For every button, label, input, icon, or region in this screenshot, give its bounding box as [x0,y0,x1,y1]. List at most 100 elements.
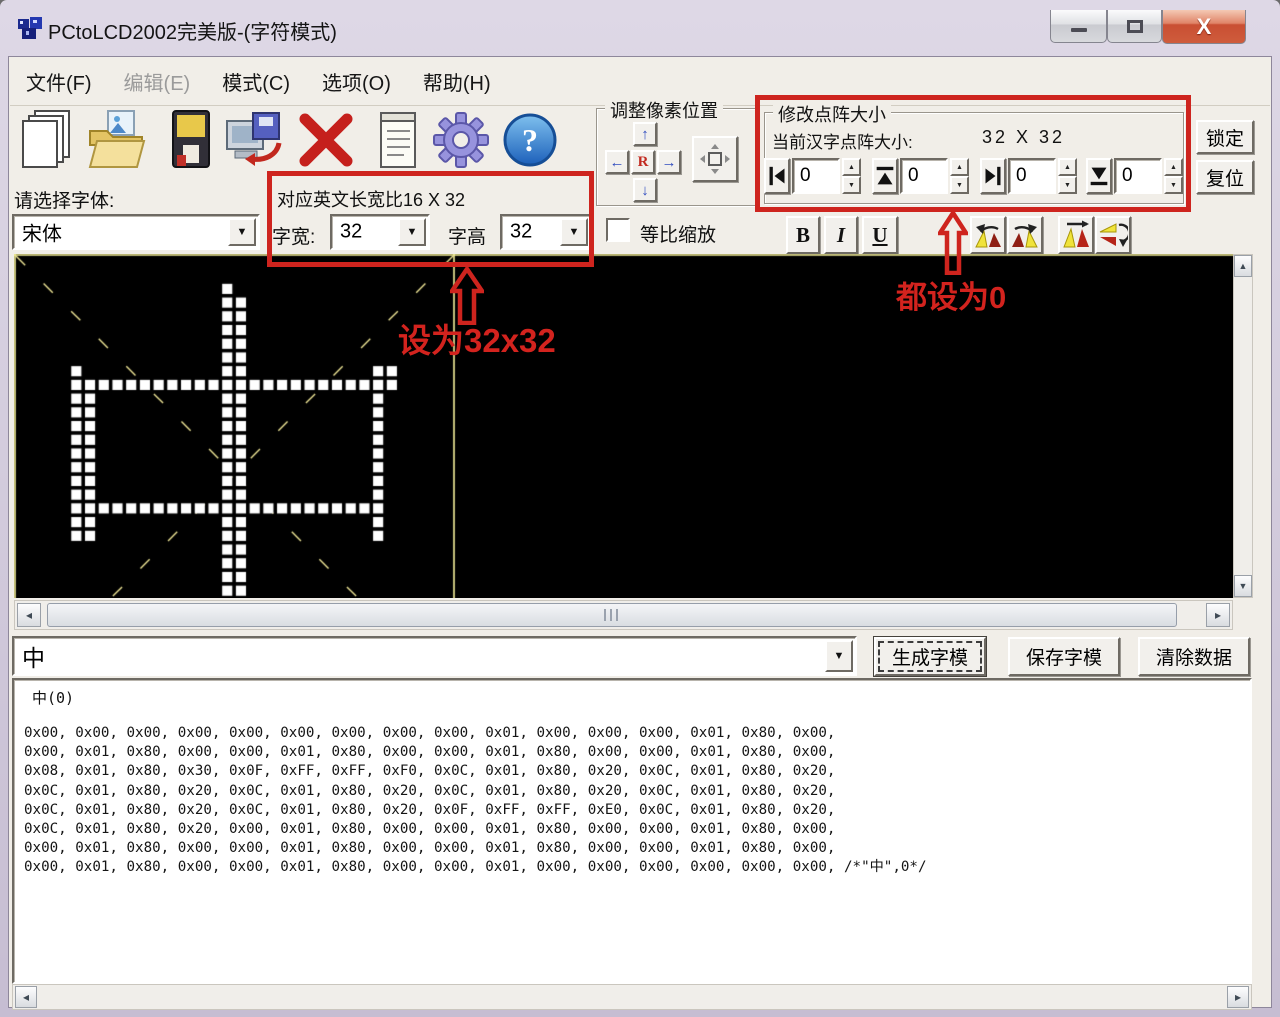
menu-item-options[interactable]: 选项(O) [306,62,407,106]
hex-line: 0x0C, 0x01, 0x80, 0x20, 0x0C, 0x01, 0x80… [24,782,1246,801]
save-button[interactable] [158,104,222,176]
notes-button[interactable] [366,104,430,176]
trim-bottom-button[interactable] [1086,158,1112,194]
reset-r-icon: R [638,155,649,170]
settings-button[interactable] [430,104,494,176]
new-file-button[interactable] [14,104,78,176]
flip-vertical-button[interactable] [1058,216,1094,254]
char-height-dropdown-button[interactable]: ▼ [560,218,588,246]
lock-button[interactable]: 锁定 [1196,120,1254,154]
pixel-grid-canvas[interactable] [14,254,1233,598]
close-button[interactable]: X [1162,10,1246,44]
minimize-icon [1071,28,1087,32]
bold-button[interactable]: B [786,216,820,254]
scroll-down-button[interactable]: ▼ [1234,575,1252,597]
matrix-size-title: 修改点阵大小 [773,101,891,127]
help-button[interactable]: ? [498,104,562,176]
window-title: PCtoLCD2002完美版-(字符模式) [48,16,337,45]
current-matrix-value: 32 X 32 [982,127,1065,148]
font-select-dropdown-button[interactable]: ▼ [228,218,256,246]
spin-down-button[interactable]: ▼ [1164,176,1183,194]
char-width-combobox[interactable]: 32 ▼ [330,214,430,250]
offset-left-field[interactable]: 0 [792,158,840,194]
hscroll-thumb[interactable] [47,603,1177,627]
clear-data-button[interactable]: 清除数据 [1138,637,1250,676]
proportional-scale-checkbox[interactable] [606,218,630,242]
font-select-label: 请选择字体: [14,186,114,213]
trim-top-button[interactable] [872,158,898,194]
save-icon [165,109,215,171]
spin-up-button[interactable]: ▲ [1164,158,1183,176]
rotate-left-icon [973,219,1003,251]
clear-data-label: 清除数据 [1156,643,1232,670]
offset-right-field[interactable]: 0 [1008,158,1056,194]
font-select-combobox[interactable]: 宋体 ▼ [12,214,260,250]
proportional-scale-label: 等比缩放 [640,220,716,247]
scroll-left-button[interactable]: ◂ [17,603,41,627]
hex-output-area[interactable]: 中(0) 0x00, 0x00, 0x00, 0x00, 0x00, 0x00,… [12,678,1252,984]
output-hscrollbar[interactable]: ◂ ▸ [12,984,1252,1010]
scroll-right-button[interactable]: ▸ [1227,986,1249,1008]
chevron-down-icon: ▼ [834,650,845,662]
scroll-right-button[interactable]: ▸ [1206,603,1230,627]
save-font-button[interactable]: 保存字模 [1008,637,1120,676]
preview-vscrollbar[interactable]: ▲ ▼ [1233,254,1253,598]
down-arrow-icon: ↓ [641,183,649,198]
offset-bottom-field[interactable]: 0 [1114,158,1162,194]
delete-x-icon [297,111,355,169]
flip-horizontal-icon [1098,219,1128,251]
rotate-right-button[interactable] [1007,216,1043,254]
down-triangle-icon: ▼ [1239,581,1248,591]
reset-position-button[interactable]: R [631,150,655,174]
export-button[interactable] [222,104,286,176]
move-right-button[interactable]: → [657,150,681,174]
spin-up-button[interactable]: ▲ [1058,158,1077,176]
scroll-left-button[interactable]: ◂ [15,986,37,1008]
offset-bottom-value: 0 [1122,165,1133,187]
maximize-button[interactable] [1107,10,1162,43]
thumb-grip [604,609,620,621]
rotate-left-button[interactable] [970,216,1006,254]
generate-font-button[interactable]: 生成字模 [874,637,986,676]
hex-line: 0x0C, 0x01, 0x80, 0x20, 0x0C, 0x01, 0x80… [24,801,1246,820]
trim-right-button[interactable] [980,158,1006,194]
spin-up-button[interactable]: ▲ [842,158,861,176]
center-position-button[interactable] [692,136,738,182]
spin-down-button[interactable]: ▼ [950,176,969,194]
italic-label: I [837,223,845,248]
offset-top-field[interactable]: 0 [900,158,948,194]
spin-up-button[interactable]: ▲ [950,158,969,176]
annotation-up-arrow [938,211,968,275]
up-triangle-icon: ▲ [1239,261,1248,271]
spin-down-button[interactable]: ▼ [1058,176,1077,194]
svg-text:?: ? [522,122,538,158]
move-up-button[interactable]: ↑ [633,122,657,146]
flip-horizontal-button[interactable] [1095,216,1131,254]
left-arrow-icon: ← [610,155,625,170]
char-input-dropdown-button[interactable]: ▼ [825,640,853,672]
reset-button[interactable]: 复位 [1196,160,1254,194]
left-triangle-icon: ◂ [23,990,29,1004]
trim-left-button[interactable] [764,158,790,194]
underline-button[interactable]: U [862,216,898,254]
preview-hscrollbar[interactable]: ◂ ▸ [14,600,1233,630]
delete-button[interactable] [294,104,358,176]
hex-line: 0x00, 0x01, 0x80, 0x00, 0x00, 0x01, 0x80… [24,743,1246,762]
pixel-position-title: 调整像素位置 [605,97,723,123]
menu-item-file[interactable]: 文件(F) [10,62,108,106]
italic-button[interactable]: I [824,216,858,254]
menu-item-help[interactable]: 帮助(H) [407,62,507,106]
char-height-combobox[interactable]: 32 ▼ [500,214,592,250]
char-width-value: 32 [340,221,362,244]
spin-down-button[interactable]: ▼ [842,176,861,194]
char-width-dropdown-button[interactable]: ▼ [398,218,426,246]
menu-item-edit[interactable]: 编辑(E) [108,62,207,106]
scroll-up-button[interactable]: ▲ [1234,255,1252,277]
char-input-combobox[interactable]: 中 ▼ [12,636,857,676]
open-file-button[interactable] [84,104,148,176]
chevron-down-icon: ▼ [237,226,248,238]
move-left-button[interactable]: ← [605,150,629,174]
move-down-button[interactable]: ↓ [633,178,657,202]
menu-item-mode[interactable]: 模式(C) [206,62,306,106]
minimize-button[interactable] [1050,10,1107,43]
